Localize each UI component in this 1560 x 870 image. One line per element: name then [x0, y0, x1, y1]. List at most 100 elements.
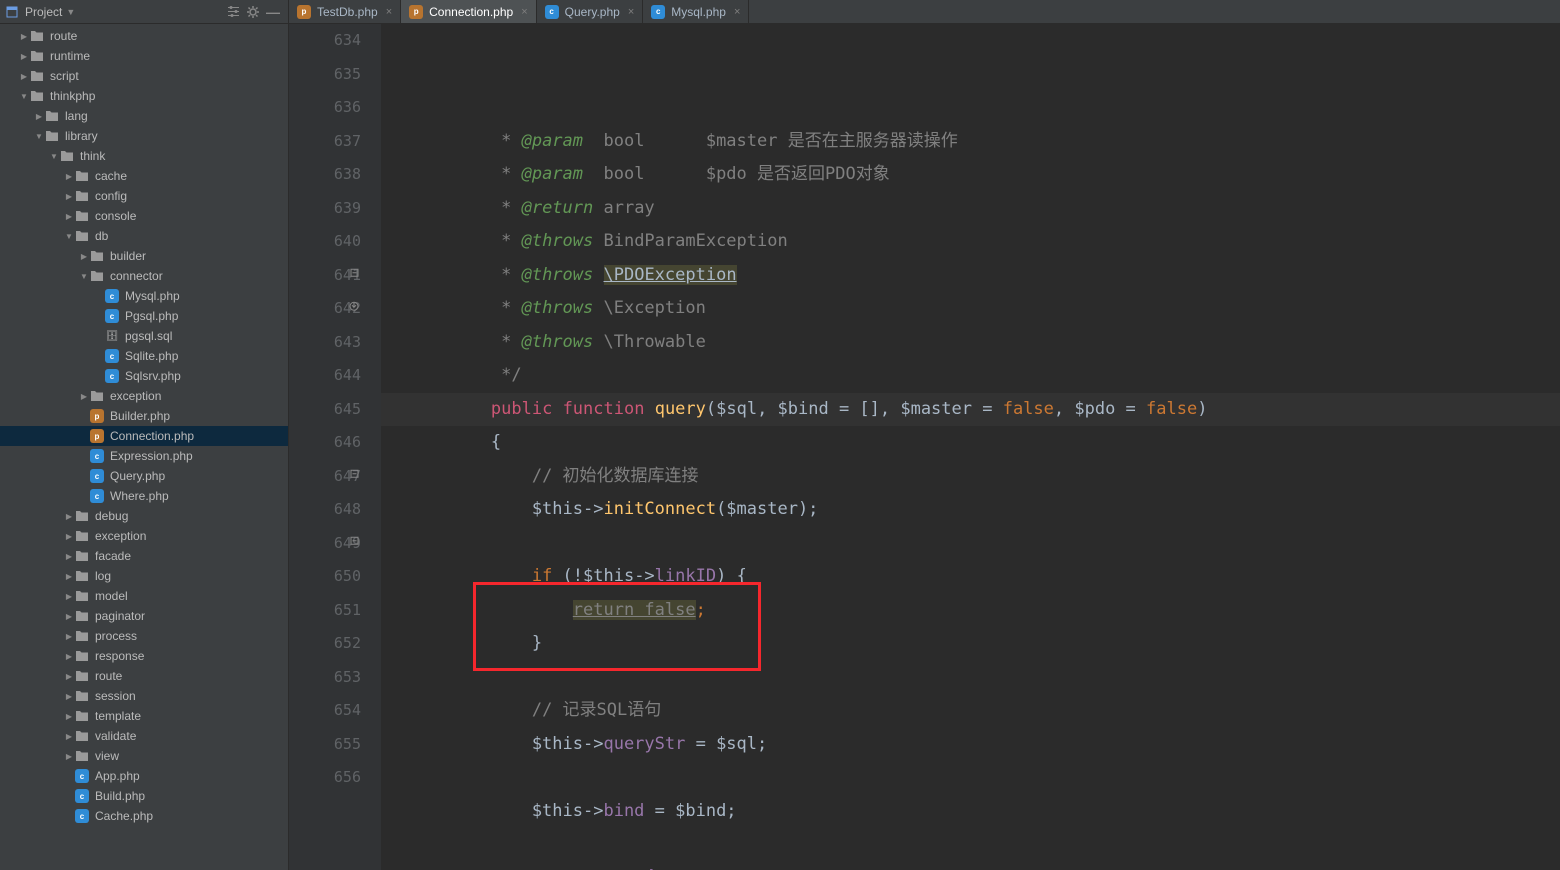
- tab-close-icon[interactable]: ×: [628, 6, 634, 18]
- tree-item-db[interactable]: ▼db: [0, 226, 288, 246]
- code-line[interactable]: * @param bool $pdo 是否返回PDO对象: [381, 158, 1560, 192]
- code-line[interactable]: if (!$this->linkID) {: [381, 560, 1560, 594]
- tree-item-debug[interactable]: ▶debug: [0, 506, 288, 526]
- dropdown-arrow-icon[interactable]: ▼: [66, 7, 75, 17]
- fold-icon[interactable]: [350, 460, 359, 494]
- tree-arrow-icon[interactable]: ▶: [34, 112, 44, 121]
- code-editor[interactable]: 6346356366376386396406416426436446456466…: [289, 24, 1560, 870]
- code-line[interactable]: Db::$queryTimes++;: [381, 862, 1560, 870]
- fold-icon[interactable]: [350, 527, 359, 561]
- code-line[interactable]: $this->initConnect($master);: [381, 493, 1560, 527]
- tree-arrow-icon[interactable]: ▶: [64, 192, 74, 201]
- code-line[interactable]: * @throws \Exception: [381, 292, 1560, 326]
- tree-item-route[interactable]: ▶route: [0, 26, 288, 46]
- tree-arrow-icon[interactable]: ▶: [19, 32, 29, 41]
- tree-item-pgsql-php[interactable]: Pgsql.php: [0, 306, 288, 326]
- tree-item-exception[interactable]: ▶exception: [0, 386, 288, 406]
- tree-arrow-icon[interactable]: ▶: [64, 672, 74, 681]
- tree-item-build-php[interactable]: Build.php: [0, 786, 288, 806]
- settings-icon[interactable]: [223, 2, 243, 22]
- tree-arrow-icon[interactable]: ▶: [79, 392, 89, 401]
- tree-item-paginator[interactable]: ▶paginator: [0, 606, 288, 626]
- code-line[interactable]: * @throws BindParamException: [381, 225, 1560, 259]
- tree-item-query-php[interactable]: Query.php: [0, 466, 288, 486]
- tree-item-think[interactable]: ▼think: [0, 146, 288, 166]
- tree-item-session[interactable]: ▶session: [0, 686, 288, 706]
- tree-item-builder[interactable]: ▶builder: [0, 246, 288, 266]
- code-line[interactable]: */: [381, 359, 1560, 393]
- tree-arrow-icon[interactable]: ▶: [64, 632, 74, 641]
- tree-item-app-php[interactable]: App.php: [0, 766, 288, 786]
- tree-item-where-php[interactable]: Where.php: [0, 486, 288, 506]
- code-line[interactable]: * @param bool $master 是否在主服务器读操作: [381, 125, 1560, 159]
- tree-item-cache-php[interactable]: Cache.php: [0, 806, 288, 826]
- tree-item-lang[interactable]: ▶lang: [0, 106, 288, 126]
- tree-arrow-icon[interactable]: ▶: [64, 592, 74, 601]
- tree-arrow-icon[interactable]: ▶: [64, 212, 74, 221]
- tree-item-pgsql-sql[interactable]: 🗄pgsql.sql: [0, 326, 288, 346]
- code-line[interactable]: * @throws \PDOException: [381, 259, 1560, 293]
- tree-arrow-icon[interactable]: ▶: [64, 572, 74, 581]
- tree-item-log[interactable]: ▶log: [0, 566, 288, 586]
- tree-item-model[interactable]: ▶model: [0, 586, 288, 606]
- code-line[interactable]: // 初始化数据库连接: [381, 460, 1560, 494]
- editor-tab-connection-php[interactable]: Connection.php×: [401, 0, 537, 23]
- tree-item-runtime[interactable]: ▶runtime: [0, 46, 288, 66]
- editor-tab-mysql-php[interactable]: Mysql.php×: [643, 0, 749, 23]
- tree-arrow-icon[interactable]: ▶: [64, 732, 74, 741]
- tree-item-sqlsrv-php[interactable]: Sqlsrv.php: [0, 366, 288, 386]
- tree-item-expression-php[interactable]: Expression.php: [0, 446, 288, 466]
- tree-item-route[interactable]: ▶route: [0, 666, 288, 686]
- code-line[interactable]: * @throws \Throwable: [381, 326, 1560, 360]
- tree-arrow-icon[interactable]: ▼: [79, 272, 89, 281]
- code-line[interactable]: return false;: [381, 594, 1560, 628]
- tree-item-view[interactable]: ▶view: [0, 746, 288, 766]
- tree-arrow-icon[interactable]: ▶: [19, 52, 29, 61]
- tree-item-script[interactable]: ▶script: [0, 66, 288, 86]
- tree-item-facade[interactable]: ▶facade: [0, 546, 288, 566]
- tree-arrow-icon[interactable]: ▶: [64, 692, 74, 701]
- tree-arrow-icon[interactable]: ▶: [19, 72, 29, 81]
- tree-item-process[interactable]: ▶process: [0, 626, 288, 646]
- tree-arrow-icon[interactable]: ▶: [64, 712, 74, 721]
- tree-arrow-icon[interactable]: ▼: [64, 232, 74, 241]
- code-line[interactable]: {: [381, 426, 1560, 460]
- override-icon[interactable]: [349, 292, 359, 326]
- code-line[interactable]: [381, 527, 1560, 561]
- tree-item-library[interactable]: ▼library: [0, 126, 288, 146]
- tree-item-template[interactable]: ▶template: [0, 706, 288, 726]
- code-line[interactable]: // 记录SQL语句: [381, 694, 1560, 728]
- tree-arrow-icon[interactable]: ▼: [19, 92, 29, 101]
- tree-item-connector[interactable]: ▼connector: [0, 266, 288, 286]
- tree-arrow-icon[interactable]: ▶: [64, 512, 74, 521]
- code-line[interactable]: $this->queryStr = $sql;: [381, 728, 1560, 762]
- code-line[interactable]: }: [381, 627, 1560, 661]
- tree-item-response[interactable]: ▶response: [0, 646, 288, 666]
- tree-arrow-icon[interactable]: ▼: [49, 152, 59, 161]
- tree-item-thinkphp[interactable]: ▼thinkphp: [0, 86, 288, 106]
- code-line[interactable]: [381, 828, 1560, 862]
- tree-item-cache[interactable]: ▶cache: [0, 166, 288, 186]
- tab-close-icon[interactable]: ×: [734, 6, 740, 18]
- code-line[interactable]: public function query($sql, $bind = [], …: [381, 393, 1560, 427]
- tree-item-sqlite-php[interactable]: Sqlite.php: [0, 346, 288, 366]
- editor-tab-testdb-php[interactable]: TestDb.php×: [289, 0, 401, 23]
- code-content[interactable]: * @param bool $master 是否在主服务器读操作 * @para…: [381, 24, 1560, 870]
- fold-icon[interactable]: [350, 259, 359, 293]
- collapse-icon[interactable]: —: [263, 2, 283, 22]
- tree-item-exception[interactable]: ▶exception: [0, 526, 288, 546]
- gear-icon[interactable]: [243, 2, 263, 22]
- editor-tab-query-php[interactable]: Query.php×: [537, 0, 644, 23]
- tree-item-mysql-php[interactable]: Mysql.php: [0, 286, 288, 306]
- project-tree[interactable]: ▶route▶runtime▶script▼thinkphp▶lang▼libr…: [0, 24, 288, 870]
- tab-close-icon[interactable]: ×: [386, 6, 392, 18]
- code-line[interactable]: $this->bind = $bind;: [381, 795, 1560, 829]
- tree-arrow-icon[interactable]: ▶: [64, 552, 74, 561]
- tree-item-validate[interactable]: ▶validate: [0, 726, 288, 746]
- code-line[interactable]: [381, 761, 1560, 795]
- tree-arrow-icon[interactable]: ▶: [79, 252, 89, 261]
- tree-item-config[interactable]: ▶config: [0, 186, 288, 206]
- tree-item-connection-php[interactable]: Connection.php: [0, 426, 288, 446]
- tab-close-icon[interactable]: ×: [521, 6, 527, 18]
- tree-arrow-icon[interactable]: ▼: [34, 132, 44, 141]
